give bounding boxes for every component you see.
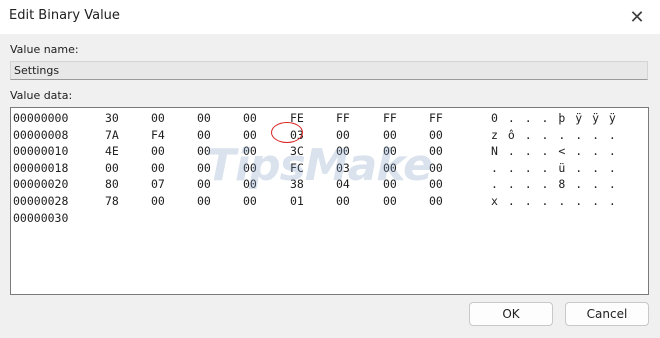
hex-byte[interactable]: 00 <box>197 160 211 176</box>
hex-byte[interactable]: 01 <box>290 193 304 209</box>
hex-ascii: 0 . . . þ ÿ ÿ ÿ <box>491 111 618 125</box>
window-title: Edit Binary Value <box>9 8 120 23</box>
hex-byte[interactable]: 00 <box>336 193 350 209</box>
hex-byte[interactable]: 00 <box>197 193 211 209</box>
hex-ascii: z ô . . . . . . <box>491 127 618 142</box>
hex-address: 00000000 <box>13 111 69 125</box>
hex-byte[interactable]: 00 <box>197 143 211 159</box>
hex-byte[interactable]: 00 <box>336 127 350 143</box>
hex-byte[interactable]: 03 <box>336 160 350 176</box>
hex-row[interactable]: 00000020 80 07 00 00 38 04 00 00 . . . . 8 . . . <box>13 176 643 192</box>
hex-byte[interactable]: 00 <box>243 110 257 126</box>
hex-byte[interactable]: 7A <box>105 127 119 143</box>
hex-byte[interactable]: 00 <box>105 160 119 176</box>
hex-byte[interactable]: 00 <box>197 127 211 143</box>
ok-button[interactable]: OK <box>469 302 553 326</box>
hex-address: 00000010 <box>13 144 69 159</box>
value-name-label: Value name: <box>10 43 79 56</box>
hex-ascii: x . . . . . . . <box>491 194 618 208</box>
hex-address: 00000020 <box>13 177 69 192</box>
cancel-button[interactable]: Cancel <box>565 302 649 326</box>
hex-row[interactable]: 00000008 7A F4 00 00 03 00 00 00 z ô . . . . . . <box>13 127 643 143</box>
hex-byte[interactable]: 3C <box>290 143 304 159</box>
hex-byte[interactable]: 00 <box>429 176 443 192</box>
hex-byte[interactable]: 00 <box>151 160 165 176</box>
hex-byte[interactable]: 00 <box>243 176 257 192</box>
hex-byte[interactable]: 00 <box>336 143 350 159</box>
hex-address: 00000008 <box>13 127 69 142</box>
value-data-editor[interactable]: 00000000 30 00 00 00 FE FF FF FF 0 . . . þ ÿ ÿ ÿ0… <box>10 107 649 295</box>
hex-byte[interactable]: FF <box>336 110 350 126</box>
value-data-label: Value data: <box>10 89 73 102</box>
hex-byte[interactable]: 00 <box>383 176 397 192</box>
title-bar: Edit Binary Value ✕ <box>0 0 660 34</box>
hex-byte[interactable]: 00 <box>429 160 443 176</box>
hex-ascii: . . . . 8 . . . <box>491 177 618 192</box>
hex-byte[interactable]: 00 <box>243 143 257 159</box>
hex-row[interactable]: 00000010 4E 00 00 00 3C 00 00 00 N . . . < . . . <box>13 143 643 159</box>
hex-byte[interactable]: 00 <box>243 127 257 143</box>
close-icon[interactable]: ✕ <box>626 6 648 28</box>
hex-byte[interactable]: 00 <box>383 127 397 143</box>
hex-address: 00000018 <box>13 160 69 175</box>
edit-binary-value-dialog: Edit Binary Value ✕ Value name: Settings… <box>0 0 660 338</box>
hex-row[interactable]: 00000028 78 00 00 00 01 00 00 00 x . . . . . . . <box>13 193 643 209</box>
hex-row[interactable]: 00000018 00 00 00 00 FC 03 00 00 . . . . ü . . . <box>13 160 643 176</box>
hex-byte[interactable]: 00 <box>197 110 211 126</box>
hex-byte[interactable]: 00 <box>243 160 257 176</box>
highlight-circle <box>271 122 303 143</box>
hex-byte[interactable]: 00 <box>151 143 165 159</box>
hex-ascii: . . . . ü . . . <box>491 160 618 175</box>
hex-byte[interactable]: 78 <box>105 193 119 209</box>
hex-byte[interactable]: FF <box>383 110 397 126</box>
hex-byte[interactable]: 00 <box>429 193 443 209</box>
hex-row[interactable]: 00000000 30 00 00 00 FE FF FF FF 0 . . . þ ÿ ÿ ÿ <box>13 110 643 126</box>
hex-byte[interactable]: FF <box>429 110 443 126</box>
hex-byte[interactable]: 00 <box>383 193 397 209</box>
hex-byte[interactable]: 80 <box>105 176 119 192</box>
hex-byte[interactable]: 04 <box>336 176 350 192</box>
hex-byte[interactable]: 00 <box>243 193 257 209</box>
hex-byte[interactable]: 00 <box>151 110 165 126</box>
hex-byte[interactable]: 00 <box>383 160 397 176</box>
hex-byte[interactable]: F4 <box>151 127 165 143</box>
hex-byte[interactable]: 00 <box>197 176 211 192</box>
hex-byte[interactable]: 00 <box>383 143 397 159</box>
value-name-field: Settings <box>10 61 648 80</box>
hex-byte[interactable]: 38 <box>290 176 304 192</box>
hex-address: 00000030 <box>13 210 69 225</box>
hex-address: 00000028 <box>13 194 69 208</box>
hex-byte[interactable]: 00 <box>151 193 165 209</box>
hex-byte[interactable]: 00 <box>429 143 443 159</box>
hex-byte[interactable]: 4E <box>105 143 119 159</box>
hex-row[interactable]: 00000030 <box>13 210 643 226</box>
hex-byte[interactable]: 00 <box>429 127 443 143</box>
hex-byte[interactable]: 07 <box>151 176 165 192</box>
hex-byte[interactable]: FC <box>290 160 304 176</box>
hex-ascii: N . . . < . . . <box>491 144 618 159</box>
hex-byte[interactable]: 30 <box>105 110 119 126</box>
